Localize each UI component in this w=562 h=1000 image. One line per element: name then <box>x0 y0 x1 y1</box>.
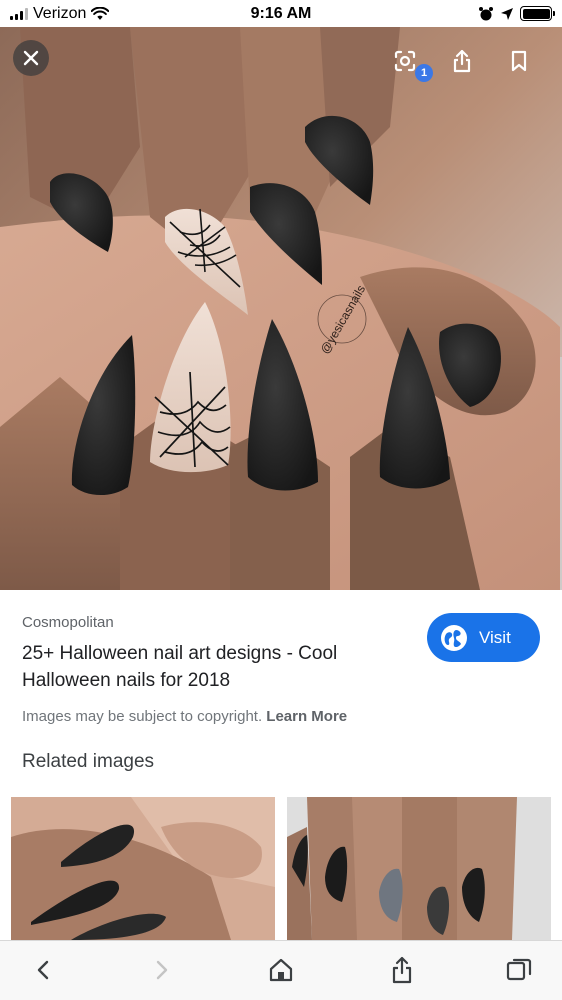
close-button[interactable] <box>13 40 49 76</box>
share-button[interactable] <box>444 43 480 79</box>
status-left: Verizon <box>10 4 110 23</box>
lens-icon <box>394 50 416 72</box>
tabs-icon <box>506 958 532 981</box>
visit-label: Visit <box>479 627 511 647</box>
bookmark-icon <box>511 50 527 72</box>
copyright-notice: Images may be subject to copyright. Lear… <box>22 708 347 725</box>
forward-button[interactable] <box>147 955 177 985</box>
location-icon <box>501 7 513 20</box>
related-image-2[interactable] <box>287 797 551 940</box>
related-image-2-photo <box>287 797 551 940</box>
carrier-name: Verizon <box>33 4 87 22</box>
visit-button[interactable]: Visit <box>427 613 540 662</box>
status-bar: Verizon 9:16 AM <box>0 0 562 27</box>
nail-photo: @yesicasnails <box>0 27 562 590</box>
home-icon <box>269 958 293 982</box>
share-icon <box>453 49 471 73</box>
browser-toolbar <box>0 940 562 1000</box>
alarm-icon <box>479 6 493 20</box>
copyright-text: Images may be subject to copyright. <box>22 708 263 725</box>
forward-icon <box>156 960 168 980</box>
lens-badge: 1 <box>415 64 433 82</box>
related-image-1-photo <box>11 797 275 940</box>
tabs-button[interactable] <box>504 955 534 985</box>
related-image-1[interactable] <box>11 797 275 940</box>
status-right <box>478 6 555 22</box>
related-images-heading: Related images <box>22 751 155 772</box>
close-icon <box>23 50 39 66</box>
main-image[interactable]: @yesicasnails 1 <box>0 27 562 590</box>
home-button[interactable] <box>266 955 296 985</box>
back-icon <box>37 960 49 980</box>
back-button[interactable] <box>28 955 58 985</box>
battery-icon <box>520 6 555 21</box>
bookmark-button[interactable] <box>501 43 537 79</box>
share-icon <box>392 956 412 984</box>
signal-icon <box>10 7 28 20</box>
learn-more-link[interactable]: Learn More <box>266 708 347 725</box>
wifi-icon <box>91 6 110 20</box>
globe-icon <box>441 624 467 651</box>
source-name[interactable]: Cosmopolitan <box>22 614 114 631</box>
result-title[interactable]: 25+ Halloween nail art designs - Cool Ha… <box>22 640 402 694</box>
share-page-button[interactable] <box>387 955 417 985</box>
